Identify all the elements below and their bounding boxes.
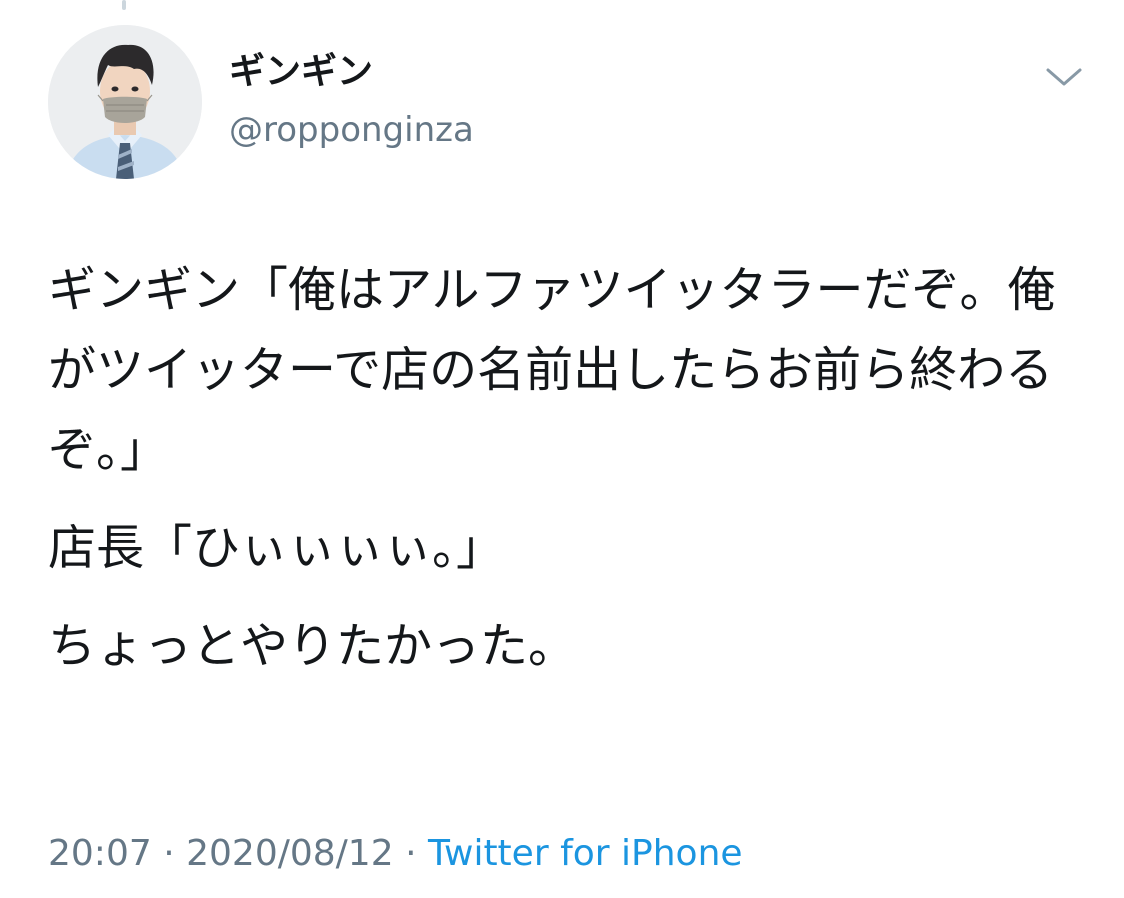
user-handle[interactable]: @ropponginza [229, 108, 474, 152]
user-avatar-icon [48, 25, 202, 179]
tweet-source-link[interactable]: Twitter for iPhone [428, 833, 743, 874]
meta-separator: · [163, 833, 175, 874]
tweet-paragraph: ギンギン「俺はアルファツイッタラーだぞ。俺がツイッターで店の名前出したらお前ら終… [48, 262, 1056, 478]
tweet-paragraph: 店長「ひぃぃぃぃ。」 [48, 520, 505, 576]
tweet-date[interactable]: 2020/08/12 [186, 833, 394, 874]
avatar[interactable] [48, 25, 202, 179]
display-name[interactable]: ギンギン [229, 50, 373, 94]
tweet-menu-button[interactable] [1040, 58, 1088, 98]
tweet-paragraph: ちょっとやりたかった。 [48, 618, 577, 674]
tweet-text: ギンギン「俺はアルファツイッタラーだぞ。俺がツイッターで店の名前出したらお前ら終… [48, 250, 1098, 704]
tweet-metadata: 20:07 · 2020/08/12 · Twitter for iPhone [48, 830, 743, 878]
thread-connector-line [122, 0, 126, 10]
chevron-down-icon [1046, 68, 1082, 86]
tweet-time[interactable]: 20:07 [48, 833, 152, 874]
meta-separator: · [405, 833, 417, 874]
